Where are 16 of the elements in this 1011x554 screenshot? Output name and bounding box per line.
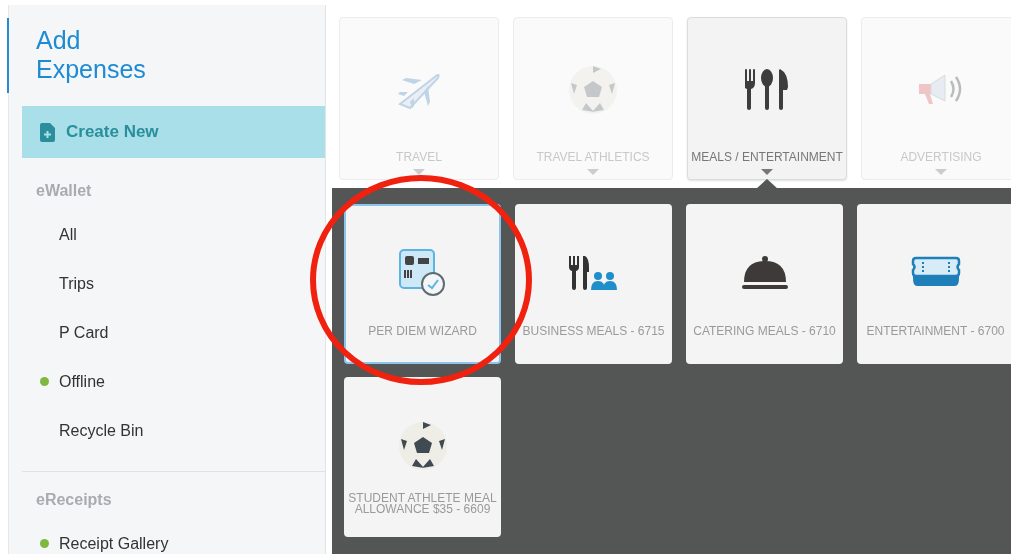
page-title: Add Expenses xyxy=(36,26,147,84)
sidebar-item[interactable]: P Card xyxy=(59,323,109,342)
sidebar-item[interactable]: All xyxy=(59,225,77,244)
expense-type-tile[interactable]: STUDENT ATHLETE MEAL ALLOWANCE $35 - 6609 xyxy=(344,377,501,537)
sidebar-item[interactable]: Receipt Gallery xyxy=(59,534,169,553)
expense-type-tile[interactable]: ENTERTAINMENT - 6700 xyxy=(857,204,1011,364)
sidebar-item[interactable]: Trips xyxy=(59,274,94,293)
sidebar-item[interactable]: Offline xyxy=(59,372,105,391)
create-new-button[interactable]: Create New xyxy=(22,106,325,158)
category-tile[interactable]: MEALS / ENTERTAINMENT xyxy=(687,17,847,180)
expense-type-tile[interactable]: PER DIEM WIZARD xyxy=(344,204,501,364)
expense-type-tile[interactable]: BUSINESS MEALS - 6715 xyxy=(515,204,672,364)
section-heading: eReceipts xyxy=(36,491,113,510)
expense-type-tile[interactable]: CATERING MEALS - 6710 xyxy=(686,204,843,364)
section-heading: eWallet xyxy=(36,182,93,201)
sidebar-item[interactable]: Recycle Bin xyxy=(59,421,144,440)
